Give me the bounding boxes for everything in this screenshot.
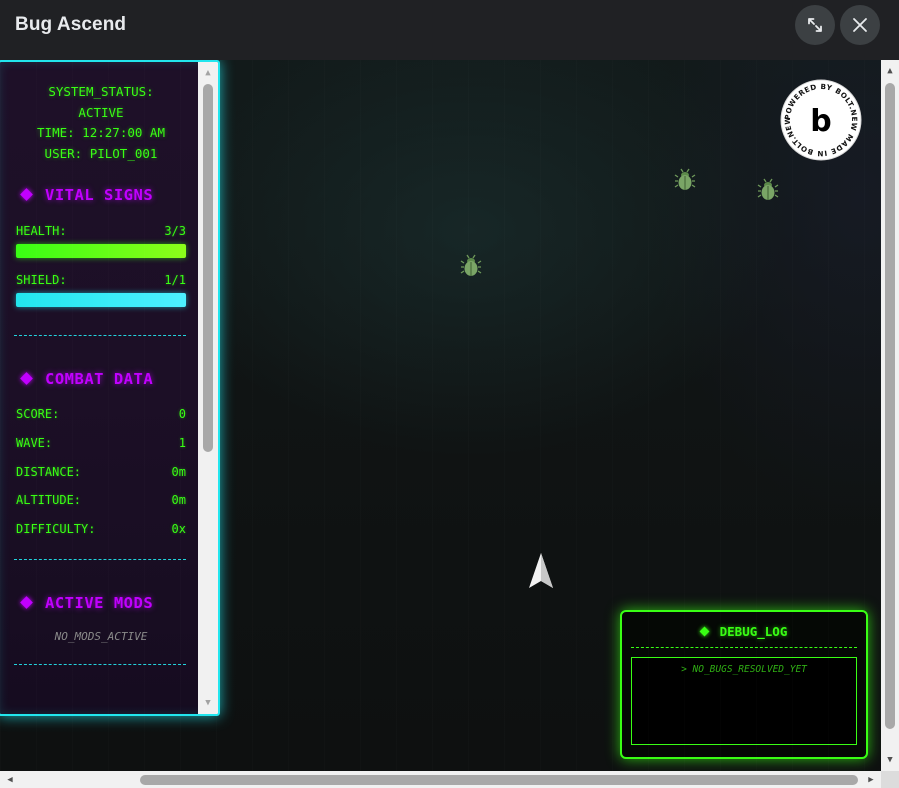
bug-icon [674,168,696,190]
system-status-label: SYSTEM_STATUS: [48,84,154,99]
debug-log-heading: DEBUG_LOG [622,624,866,639]
page-vertical-scrollbar[interactable]: ▲ ▼ [881,60,899,771]
bug-icon [460,254,482,276]
window-titlebar: Bug Ascend [0,0,899,52]
combat-row-difficulty: DIFFICULTY: 0x [16,522,186,551]
scroll-up-arrow-icon[interactable]: ▲ [198,64,218,82]
shield-value: 1/1 [164,272,186,287]
combat-label: ALTITUDE: [16,492,82,507]
badge-letter: b [810,104,831,139]
combat-row-distance: DISTANCE: 0m [16,465,186,493]
ship-icon [529,553,553,588]
diamond-icon [20,188,33,202]
debug-log-line: > NO_BUGS_RESOLVED_YET [681,664,807,675]
health-bar [16,243,186,258]
combat-value: 0m [171,492,186,507]
health-row: HEALTH: 3/3 [16,224,186,238]
expand-icon [808,18,822,32]
page-horizontal-scrollbar[interactable]: ◀ ▶ [0,771,881,788]
combat-label: WAVE: [16,435,53,450]
page-vertical-scrollbar-thumb[interactable] [885,83,895,729]
active-mods-heading: ACTIVE MODS [16,594,186,612]
combat-data-list: SCORE: 0 WAVE: 1 DISTANCE: 0m ALTITUDE: … [16,407,186,551]
active-mods-title: ACTIVE MODS [45,593,154,612]
close-icon [853,18,867,32]
expand-button[interactable] [795,5,835,45]
game-canvas[interactable]: SYSTEM_STATUS: ACTIVE TIME: 12:27:00 AM … [0,60,881,771]
hud-scrollbar-thumb[interactable] [203,84,213,452]
health-value: 3/3 [164,223,186,238]
close-button[interactable] [840,5,880,45]
combat-value: 0m [171,464,186,479]
debug-log-panel: DEBUG_LOG > NO_BUGS_RESOLVED_YET [620,610,868,759]
hud-scroll-area[interactable]: SYSTEM_STATUS: ACTIVE TIME: 12:27:00 AM … [0,62,200,714]
scroll-down-arrow-icon[interactable]: ▼ [198,694,218,712]
section-divider [14,558,186,560]
debug-log-title: DEBUG_LOG [719,624,788,639]
shield-row: SHIELD: 1/1 [16,273,186,287]
combat-row-score: SCORE: 0 [16,407,186,436]
scroll-up-arrow-icon[interactable]: ▲ [881,62,899,80]
combat-value: 1 [178,435,186,450]
shield-label: SHIELD: [16,272,67,287]
combat-value: 0 [178,406,186,421]
debug-divider [631,647,857,648]
shield-bar [16,292,186,307]
debug-log-output: > NO_BUGS_RESOLVED_YET [631,657,857,745]
diamond-icon [699,626,710,637]
diamond-icon [20,596,33,610]
combat-row-wave: WAVE: 1 [16,436,186,465]
hud-scrollbar[interactable]: ▲ ▼ [198,62,218,714]
combat-label: SCORE: [16,406,60,421]
health-label: HEALTH: [16,223,67,238]
page-horizontal-scrollbar-thumb[interactable] [140,775,858,785]
bolt-badge-icon[interactable]: POWERED BY BOLT.NEW MADE IN BOLT.NEW b [780,79,862,161]
section-divider [14,334,186,336]
scroll-left-arrow-icon[interactable]: ◀ [2,771,18,788]
bug-icon [757,178,779,200]
scroll-down-arrow-icon[interactable]: ▼ [881,751,899,769]
combat-label: DISTANCE: [16,464,82,479]
user-readout: USER: PILOT_001 [44,146,158,162]
system-status: SYSTEM_STATUS: ACTIVE TIME: 12:27:00 AM … [16,62,186,165]
vital-signs-heading: VITAL SIGNS [16,186,186,204]
system-status-value: ACTIVE [78,104,124,120]
window-title: Bug Ascend [15,14,127,35]
section-divider [14,663,186,665]
diamond-icon [20,372,33,386]
hud-panel: SYSTEM_STATUS: ACTIVE TIME: 12:27:00 AM … [0,60,220,716]
combat-data-title: COMBAT DATA [45,369,154,388]
combat-label: DIFFICULTY: [16,521,96,536]
combat-row-altitude: ALTITUDE: 0m [16,493,186,522]
combat-data-heading: COMBAT DATA [16,370,186,388]
no-mods-text: NO_MODS_ACTIVE [54,629,148,643]
vital-signs-title: VITAL SIGNS [45,185,154,204]
scrollbar-corner [881,771,899,788]
scroll-right-arrow-icon[interactable]: ▶ [863,771,879,788]
time-readout: TIME: 12:27:00 AM [37,125,165,141]
combat-value: 0x [171,521,186,536]
